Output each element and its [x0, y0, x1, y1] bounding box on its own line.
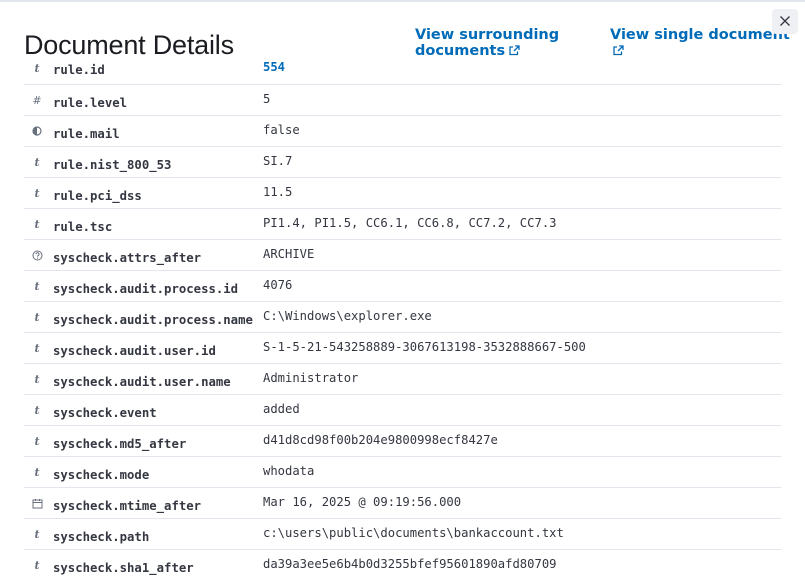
- field-value: 11.5: [263, 185, 293, 199]
- table-row: syscheck.attrs_after ARCHIVE: [24, 240, 781, 271]
- table-row: t rule.tsc PI1.4, PI1.5, CC6.1, CC6.8, CC7…: [24, 209, 781, 240]
- field-value: C:\Windows\explorer.exe: [263, 309, 432, 323]
- table-row: t syscheck.md5_after d41d8cd98f00b204e9800…: [24, 426, 781, 457]
- string-icon: t: [34, 465, 40, 479]
- string-icon: t: [34, 403, 40, 417]
- table-row: t syscheck.audit.user.id S-1-5-21-54325888…: [24, 333, 781, 364]
- string-icon: t: [34, 434, 40, 448]
- field-value: Mar 16, 2025 @ 09:19:56.000: [263, 495, 462, 509]
- field-value: PI1.4, PI1.5, CC6.1, CC6.8, CC7.2, CC7.3: [263, 216, 557, 230]
- close-button[interactable]: [772, 9, 798, 34]
- field-value: c:\users\public\documents\bankaccount.tx…: [263, 526, 564, 540]
- table-row: t syscheck.sha1_after da39a3ee5e6b4b0d3255…: [24, 550, 781, 577]
- field-value[interactable]: 554: [263, 59, 285, 75]
- field-name: syscheck.mtime_after: [53, 499, 202, 513]
- field-value: d41d8cd98f00b204e9800998ecf8427e: [263, 433, 498, 447]
- field-name: syscheck.audit.user.id: [53, 344, 216, 358]
- field-value: ARCHIVE: [263, 247, 315, 261]
- string-icon: t: [34, 558, 40, 572]
- field-value: 5: [263, 92, 271, 106]
- field-name: rule.id: [53, 63, 105, 77]
- boolean-icon: [30, 116, 44, 146]
- table-row: t syscheck.audit.process.id 4076: [24, 271, 781, 302]
- field-name: syscheck.audit.process.id: [53, 282, 239, 296]
- string-icon: t: [34, 310, 40, 324]
- field-value: added: [263, 402, 300, 416]
- field-value: false: [263, 123, 300, 137]
- field-name: syscheck.audit.process.name: [53, 313, 253, 327]
- string-icon: t: [34, 527, 40, 541]
- table-row: rule.mail false: [24, 116, 781, 147]
- table-row: t rule.nist_800_53 SI.7: [24, 147, 781, 178]
- field-name: syscheck.sha1_after: [53, 561, 194, 575]
- field-name: rule.pci_dss: [53, 189, 142, 203]
- table-row: t syscheck.audit.process.name C:\Windows\e…: [24, 302, 781, 333]
- string-icon: t: [34, 62, 40, 75]
- field-value: da39a3ee5e6b4b0d3255bfef95601890afd80709: [263, 557, 557, 571]
- field-name: rule.mail: [53, 127, 120, 141]
- string-icon: t: [34, 186, 40, 200]
- close-icon: [779, 12, 791, 31]
- string-icon: t: [34, 217, 40, 231]
- string-icon: t: [34, 372, 40, 386]
- table-row: t syscheck.event added: [24, 395, 781, 426]
- table-row: # rule.level 5: [24, 85, 781, 116]
- string-icon: t: [34, 279, 40, 293]
- field-name: rule.nist_800_53: [53, 158, 172, 172]
- field-name: rule.tsc: [53, 220, 113, 234]
- date-icon: [30, 488, 44, 518]
- table-row: t syscheck.audit.user.name Administrator: [24, 364, 781, 395]
- string-icon: t: [34, 155, 40, 169]
- field-value: S-1-5-21-543258889-3067613198-3532888667…: [263, 340, 586, 354]
- document-fields-table: t rule.id 554 # rule.level 5 rule.mail false t ru…: [24, 53, 781, 577]
- table-row: t syscheck.path c:\users\public\documents\…: [24, 519, 781, 550]
- table-row: syscheck.mtime_after Mar 16, 2025 @ 09:19…: [24, 488, 781, 519]
- field-name: syscheck.attrs_after: [53, 251, 202, 265]
- field-name: syscheck.md5_after: [53, 437, 187, 451]
- document-details-flyout: Document Details View surrounding docume…: [0, 0, 805, 577]
- string-icon: t: [34, 341, 40, 355]
- table-row: t rule.id 554: [24, 53, 781, 85]
- field-value: Administrator: [263, 371, 359, 385]
- number-icon: #: [32, 93, 42, 107]
- field-name: syscheck.event: [53, 406, 157, 420]
- table-row: t rule.pci_dss 11.5: [24, 178, 781, 209]
- field-name: syscheck.path: [53, 530, 150, 544]
- field-name: syscheck.audit.user.name: [53, 375, 231, 389]
- table-row: t syscheck.mode whodata: [24, 457, 781, 488]
- top-border: [0, 0, 805, 2]
- field-value: whodata: [263, 464, 315, 478]
- field-name: rule.level: [53, 96, 128, 110]
- field-value: 4076: [263, 278, 293, 292]
- field-value: SI.7: [263, 154, 293, 168]
- field-name: syscheck.mode: [53, 468, 150, 482]
- unknown-icon: [30, 240, 44, 270]
- view-single-document-label: View single document: [610, 27, 790, 43]
